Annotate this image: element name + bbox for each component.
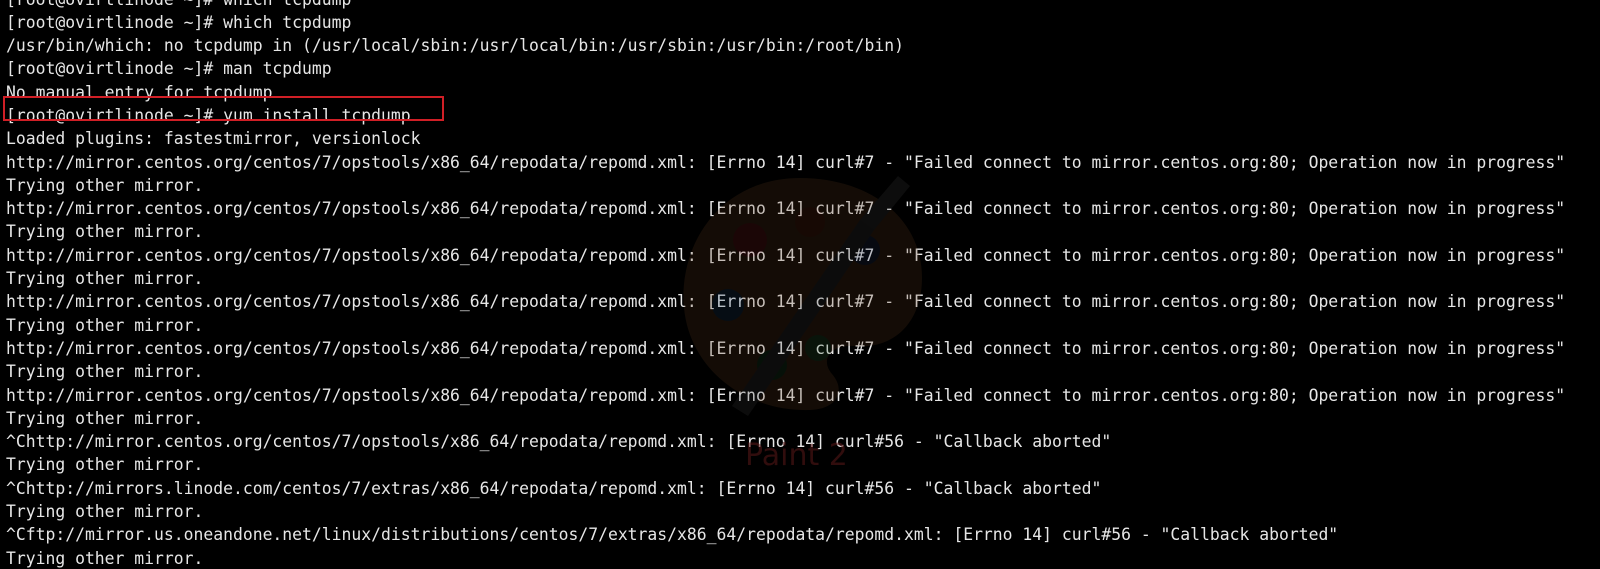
command-man-tcpdump: [root@ovirtlinode ~]# man tcpdump: [6, 59, 332, 79]
output-line: ^Chttp://mirror.centos.org/centos/7/opst…: [6, 432, 1112, 452]
output-line: Trying other mirror.: [6, 502, 204, 522]
output-line: http://mirror.centos.org/centos/7/opstoo…: [6, 245, 1566, 265]
output-line: Trying other mirror.: [6, 315, 204, 335]
command-which-tcpdump: [root@ovirtlinode ~]# which tcpdump: [6, 12, 352, 32]
output-line: Loaded plugins: fastestmirror, versionlo…: [6, 129, 421, 149]
output-line: http://mirror.centos.org/centos/7/opstoo…: [6, 292, 1566, 312]
output-line: Trying other mirror.: [6, 362, 204, 382]
output-line: Trying other mirror.: [6, 269, 204, 289]
output-line: ^Cftp://mirror.us.oneandone.net/linux/di…: [6, 525, 1339, 545]
output-line: Trying other mirror.: [6, 408, 204, 428]
command-highlight-box: [3, 96, 444, 121]
output-line: http://mirror.centos.org/centos/7/opstoo…: [6, 152, 1566, 172]
output-line: ^Chttp://mirrors.linode.com/centos/7/ext…: [6, 478, 1102, 498]
output-line: Trying other mirror.: [6, 455, 204, 475]
output-line: Trying other mirror.: [6, 222, 204, 242]
terminal-line-partial: [root@ovirtlinode ~]# which tcpdump: [6, 0, 1565, 11]
terminal-output: [root@ovirtlinode ~]# which tcpdump [roo…: [6, 0, 1565, 569]
output-line: Trying other mirror.: [6, 175, 204, 195]
output-line: http://mirror.centos.org/centos/7/opstoo…: [6, 385, 1566, 405]
output-line: http://mirror.centos.org/centos/7/opstoo…: [6, 199, 1566, 219]
output-line: Trying other mirror.: [6, 548, 204, 568]
terminal-window[interactable]: [root@ovirtlinode ~]# which tcpdump [roo…: [0, 0, 1600, 569]
output-line: /usr/bin/which: no tcpdump in (/usr/loca…: [6, 36, 904, 56]
output-line: http://mirror.centos.org/centos/7/opstoo…: [6, 338, 1566, 358]
